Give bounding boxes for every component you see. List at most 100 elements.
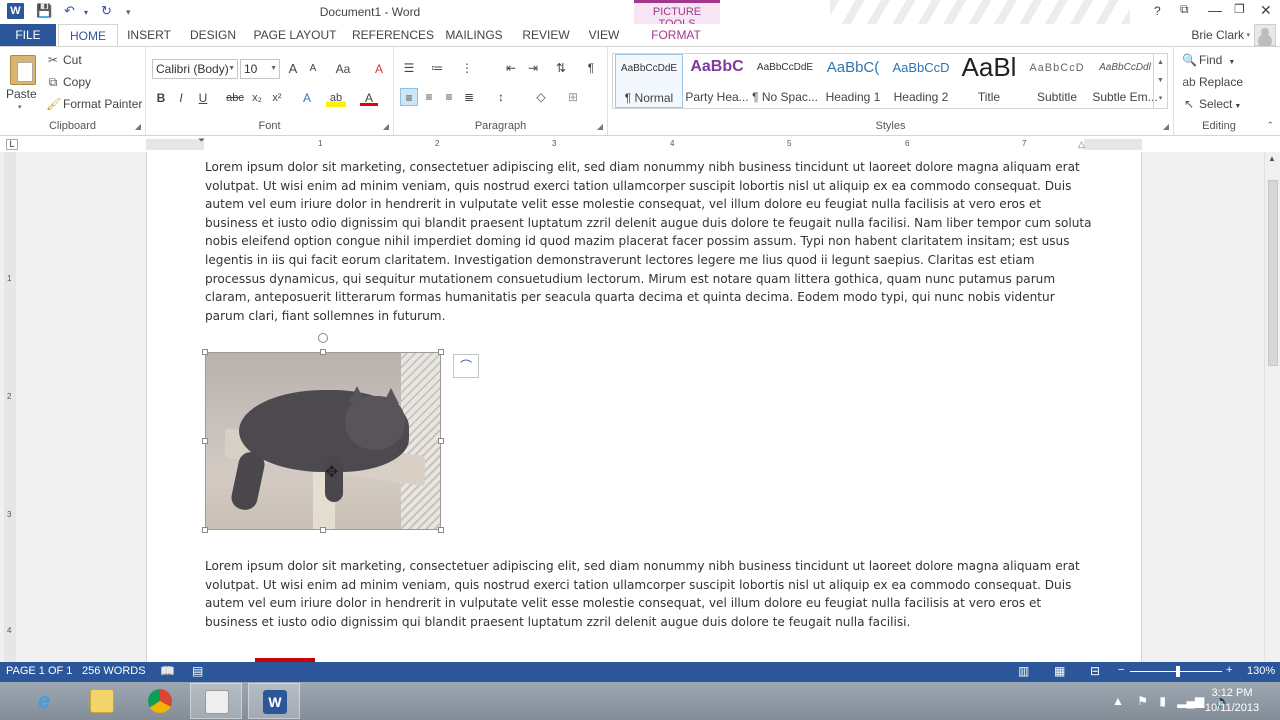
- avatar[interactable]: [1254, 24, 1276, 46]
- style-party-heading[interactable]: AaBbC Party Hea...: [683, 54, 751, 108]
- battery-icon[interactable]: ▮: [1159, 694, 1166, 708]
- styles-gallery-scroll[interactable]: ▲ ▼ ▾: [1153, 54, 1167, 108]
- increase-indent-icon[interactable]: ⇥: [524, 59, 542, 77]
- resize-handle[interactable]: [202, 438, 208, 444]
- clipboard-launcher-icon[interactable]: ◢: [135, 122, 141, 131]
- taskbar-word[interactable]: W: [248, 683, 300, 719]
- superscript-icon[interactable]: x²: [268, 89, 286, 107]
- web-layout-icon[interactable]: ⊟: [1090, 664, 1100, 678]
- layout-options-icon[interactable]: ⌒: [453, 354, 479, 378]
- vertical-ruler[interactable]: 1 2 3 4: [4, 152, 16, 662]
- find-button[interactable]: 🔍 Find ▼: [1182, 53, 1235, 67]
- tab-format[interactable]: FORMAT: [646, 24, 706, 46]
- style-heading-1[interactable]: AaBbC( Heading 1: [819, 54, 887, 108]
- paragraph-launcher-icon[interactable]: ◢: [597, 122, 603, 131]
- tab-file[interactable]: FILE: [0, 24, 56, 46]
- resize-handle[interactable]: [202, 349, 208, 355]
- clear-formatting-icon[interactable]: A: [370, 60, 388, 78]
- scrollbar-thumb[interactable]: [1268, 180, 1278, 366]
- document-page[interactable]: Lorem ipsum dolor sit marketing, consect…: [146, 152, 1142, 662]
- decrease-indent-icon[interactable]: ⇤: [502, 59, 520, 77]
- first-line-indent-marker[interactable]: ⏷: [198, 135, 205, 146]
- tab-insert[interactable]: INSERT: [124, 24, 174, 46]
- taskbar-file-explorer[interactable]: [76, 683, 128, 719]
- copy-button[interactable]: ⧉ Copy: [46, 75, 91, 90]
- taskbar-app-window[interactable]: [190, 683, 242, 719]
- style-normal[interactable]: AaBbCcDdE ¶ Normal: [615, 54, 683, 108]
- change-case-icon[interactable]: Aa: [330, 60, 356, 78]
- style-subtitle[interactable]: AaBbCcD Subtitle: [1023, 54, 1091, 108]
- highlight-icon[interactable]: ab: [326, 89, 346, 107]
- tab-references[interactable]: REFERENCES: [352, 24, 434, 46]
- align-left-icon[interactable]: ≡: [400, 88, 418, 106]
- resize-handle[interactable]: [320, 349, 326, 355]
- underline-icon[interactable]: U: [194, 89, 212, 107]
- style-heading-2[interactable]: AaBbCcD Heading 2: [887, 54, 955, 108]
- resize-handle[interactable]: [438, 527, 444, 533]
- help-icon[interactable]: ?: [1154, 4, 1161, 18]
- line-spacing-icon[interactable]: ↕: [492, 88, 510, 106]
- shrink-font-icon[interactable]: A: [304, 60, 322, 78]
- print-layout-icon[interactable]: ▦: [1054, 664, 1065, 678]
- multilevel-list-icon[interactable]: ⋮: [458, 59, 476, 77]
- tab-mailings[interactable]: MAILINGS: [442, 24, 506, 46]
- styles-launcher-icon[interactable]: ◢: [1163, 122, 1169, 131]
- font-color-icon[interactable]: A: [360, 89, 378, 106]
- tab-view[interactable]: VIEW: [584, 24, 624, 46]
- read-mode-icon[interactable]: ▥: [1018, 664, 1029, 678]
- body-paragraph[interactable]: Lorem ipsum dolor sit marketing, consect…: [205, 158, 1095, 325]
- style-no-spacing[interactable]: AaBbCcDdE ¶ No Spac...: [751, 54, 819, 108]
- format-painter-button[interactable]: 🖌 Format Painter: [46, 97, 142, 111]
- body-paragraph[interactable]: Lorem ipsum dolor sit marketing, consect…: [205, 557, 1095, 631]
- tab-selector[interactable]: L: [6, 139, 18, 150]
- tab-review[interactable]: REVIEW: [520, 24, 572, 46]
- align-center-icon[interactable]: ≡: [420, 88, 438, 106]
- show-formatting-icon[interactable]: ¶: [582, 59, 600, 77]
- user-dropdown-icon[interactable]: ▾: [1246, 31, 1250, 39]
- select-button[interactable]: ↖ Select ▼: [1182, 97, 1241, 111]
- close-icon[interactable]: ✕: [1260, 2, 1272, 19]
- grow-font-icon[interactable]: A: [284, 60, 302, 78]
- bullets-icon[interactable]: ☰: [400, 59, 418, 77]
- resize-handle[interactable]: [438, 438, 444, 444]
- align-right-icon[interactable]: ≡: [440, 88, 458, 106]
- zoom-out-button[interactable]: −: [1118, 664, 1124, 676]
- resize-handle[interactable]: [202, 527, 208, 533]
- word-count[interactable]: 256 WORDS: [82, 665, 146, 677]
- ribbon-display-options-icon[interactable]: ⧉: [1180, 2, 1189, 17]
- collapse-ribbon-icon[interactable]: ⌃: [1266, 120, 1274, 131]
- borders-icon[interactable]: ⊞: [564, 88, 582, 106]
- zoom-level[interactable]: 130%: [1247, 665, 1275, 677]
- right-indent-marker[interactable]: △: [1078, 139, 1085, 150]
- paste-button[interactable]: Paste: [6, 87, 37, 101]
- zoom-slider-thumb[interactable]: [1176, 666, 1180, 677]
- style-title[interactable]: AaBl Title: [955, 54, 1023, 108]
- rotate-handle[interactable]: [318, 333, 328, 343]
- text-effects-icon[interactable]: A: [298, 89, 316, 107]
- strikethrough-icon[interactable]: abc: [224, 89, 246, 107]
- taskbar-chrome[interactable]: [134, 683, 186, 719]
- tab-design[interactable]: DESIGN: [186, 24, 240, 46]
- resize-handle[interactable]: [320, 527, 326, 533]
- action-center-icon[interactable]: ⚑: [1137, 694, 1148, 708]
- scroll-up-icon[interactable]: ▲: [1268, 154, 1276, 163]
- paste-dropdown-icon[interactable]: ▾: [18, 103, 22, 111]
- font-launcher-icon[interactable]: ◢: [383, 122, 389, 131]
- style-subtle-emphasis[interactable]: AaBbCcDdl Subtle Em...: [1091, 54, 1159, 108]
- tab-home[interactable]: HOME: [58, 24, 118, 47]
- numbering-icon[interactable]: ≔: [428, 59, 446, 77]
- user-account-name[interactable]: Brie Clark: [1191, 28, 1244, 42]
- sort-icon[interactable]: ⇅: [552, 59, 570, 77]
- minimize-icon[interactable]: —: [1208, 2, 1222, 18]
- zoom-in-button[interactable]: +: [1226, 664, 1232, 676]
- horizontal-ruler[interactable]: ⏷ 1 2 3 4 5 6 7 △: [146, 135, 1142, 150]
- font-size-combo[interactable]: 10 ▼: [240, 59, 280, 79]
- italic-icon[interactable]: I: [172, 89, 190, 107]
- macro-record-icon[interactable]: ▤: [192, 664, 203, 678]
- tray-expand-icon[interactable]: ▲: [1112, 694, 1124, 708]
- subscript-icon[interactable]: x₂: [248, 89, 266, 107]
- resize-handle[interactable]: [438, 349, 444, 355]
- vertical-scrollbar[interactable]: ▲: [1264, 152, 1280, 662]
- replace-button[interactable]: ab Replace: [1182, 75, 1243, 89]
- cut-button[interactable]: ✂ Cut: [46, 53, 82, 67]
